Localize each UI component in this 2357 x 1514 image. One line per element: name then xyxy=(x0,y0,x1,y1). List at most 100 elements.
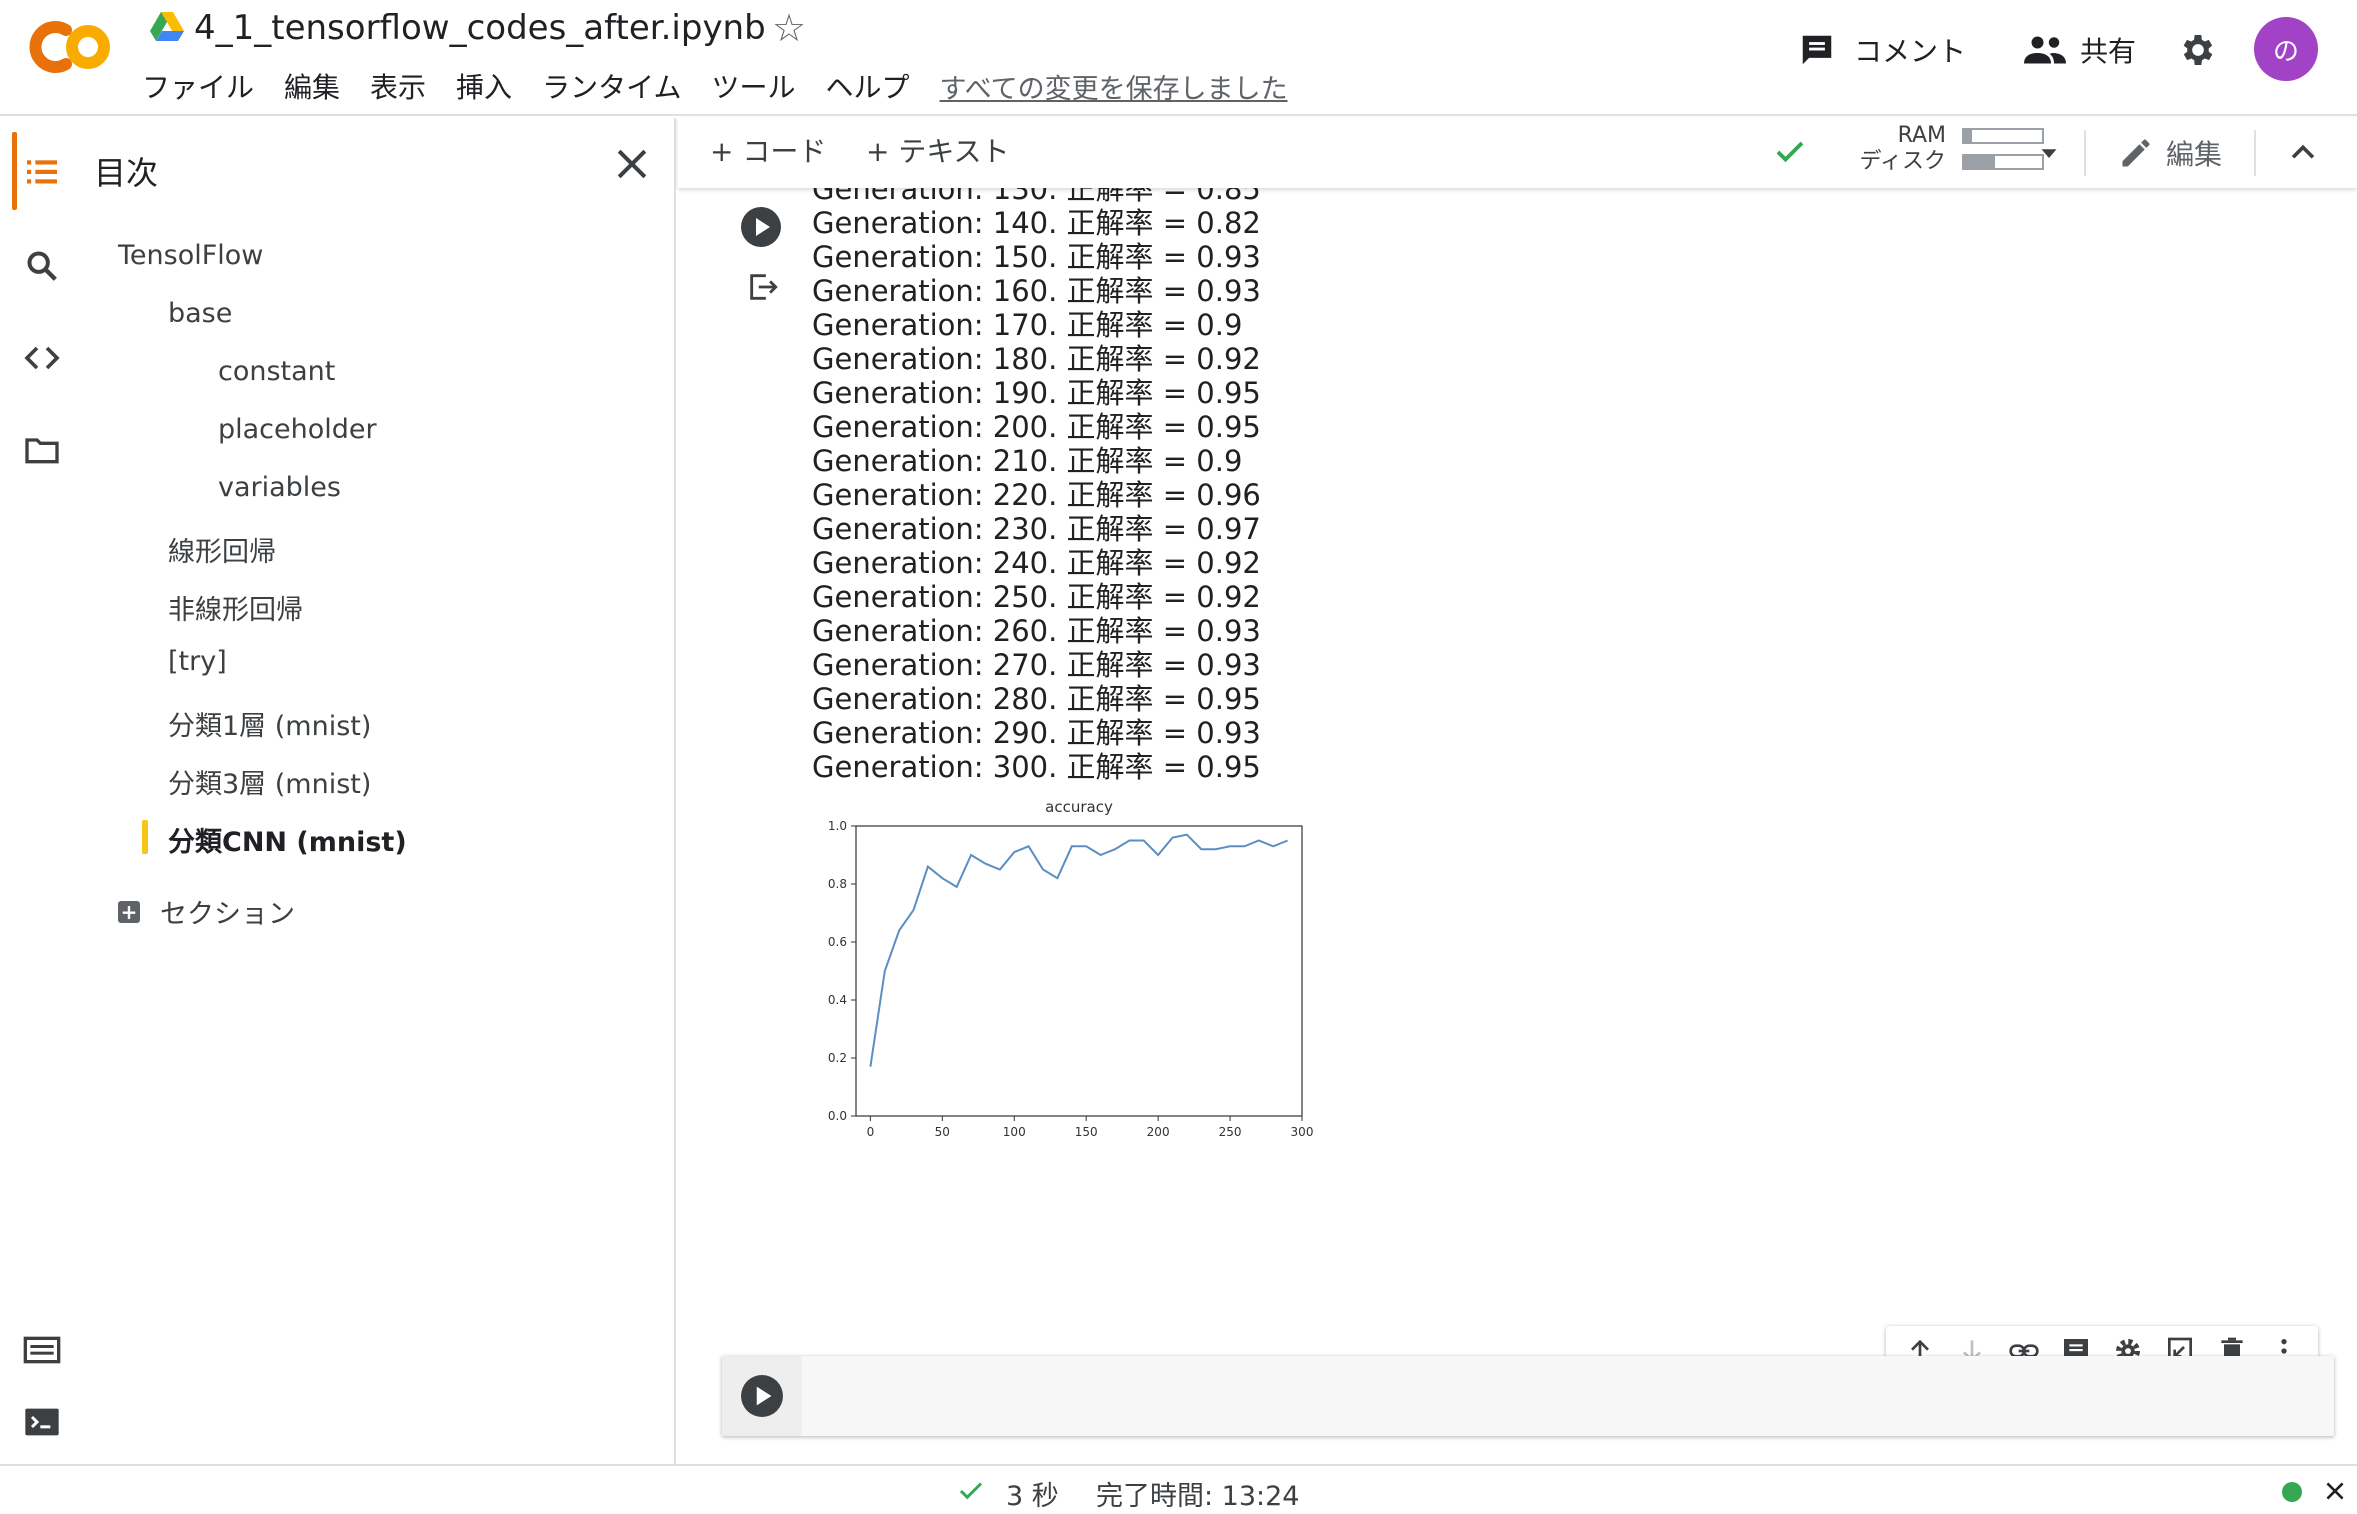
terminal-icon[interactable] xyxy=(22,1402,62,1442)
status-bar: 3 秒 完了時間: 13:24 xyxy=(0,1464,2357,1514)
output-line: Generation: 300. 正解率 = 0.95 xyxy=(812,750,1261,784)
plot-frame xyxy=(855,825,1303,1117)
output-line: Generation: 140. 正解率 = 0.82 xyxy=(812,206,1261,240)
x-tick-label: 0 xyxy=(867,1125,875,1139)
search-icon[interactable] xyxy=(22,246,62,286)
toc-item-nonlinear-regression[interactable]: 非線形回帰 xyxy=(168,588,303,627)
toc-item-classify-1layer[interactable]: 分類1層 (mnist) xyxy=(168,704,371,743)
ram-usage-fill xyxy=(1964,130,1972,142)
y-tick-label: 0.2 xyxy=(828,1051,847,1065)
star-icon[interactable]: ☆ xyxy=(772,4,806,52)
disk-usage-bar[interactable] xyxy=(1962,154,2044,170)
caret-down-icon[interactable] xyxy=(2034,138,2064,168)
add-section-button[interactable]: + セクション xyxy=(118,892,295,931)
y-tick-label: 0.4 xyxy=(828,993,847,1007)
edit-mode-button[interactable]: 編集 xyxy=(2118,130,2222,176)
notebook-title[interactable]: 4_1_tensorflow_codes_after.ipynb xyxy=(194,4,766,52)
run-cell-button[interactable] xyxy=(740,1374,784,1418)
output-line: Generation: 270. 正解率 = 0.93 xyxy=(812,648,1261,682)
menu-insert[interactable]: 挿入 xyxy=(456,66,512,106)
menu-bar: ファイル 編集 表示 挿入 ランタイム ツール ヘルプ すべての変更を保存しまし… xyxy=(142,64,1288,108)
left-rail xyxy=(0,118,80,1464)
output-line: Generation: 200. 正解率 = 0.95 xyxy=(812,410,1261,444)
menu-file[interactable]: ファイル xyxy=(142,66,254,106)
google-drive-icon[interactable] xyxy=(150,12,184,42)
menu-runtime[interactable]: ランタイム xyxy=(542,66,681,106)
notebook-content: Generation: 130. 正解率 = 0.85 Generation: 1… xyxy=(678,188,2357,1464)
menu-view[interactable]: 表示 xyxy=(370,66,426,106)
toc-item-classify-cnn[interactable]: 分類CNN (mnist) xyxy=(168,820,407,859)
table-of-contents-panel: 目次 TensolFlow base constant placeholder … xyxy=(80,118,676,1464)
cell-gutter xyxy=(722,1356,802,1436)
app-header: 4_1_tensorflow_codes_after.ipynb ☆ ファイル … xyxy=(0,0,2357,116)
toc-active-indicator xyxy=(142,820,148,854)
add-section-label: セクション xyxy=(160,899,295,930)
menu-tools[interactable]: ツール xyxy=(712,66,796,106)
toc-item-tensolflow[interactable]: TensolFlow xyxy=(118,240,263,271)
toc-item-linear-regression[interactable]: 線形回帰 xyxy=(168,530,276,569)
ram-usage-bar[interactable] xyxy=(1962,128,2044,144)
x-tick-label: 50 xyxy=(935,1125,950,1139)
x-tick-label: 200 xyxy=(1147,1125,1170,1139)
output-line: Generation: 280. 正解率 = 0.95 xyxy=(812,682,1261,716)
output-line: Generation: 260. 正解率 = 0.93 xyxy=(812,614,1261,648)
toc-item-try[interactable]: [try] xyxy=(168,646,227,677)
execution-duration: 3 秒 xyxy=(1006,1481,1059,1512)
completion-time: 完了時間: 13:24 xyxy=(1096,1481,1300,1512)
command-palette-icon[interactable] xyxy=(22,1330,62,1370)
connected-check-icon xyxy=(1776,141,1804,163)
y-tick-label: 0.0 xyxy=(828,1109,847,1123)
output-line: Generation: 180. 正解率 = 0.92 xyxy=(812,342,1261,376)
comment-button[interactable]: コメント xyxy=(1798,26,1966,74)
cell-output-text: Generation: 130. 正解率 = 0.85 Generation: 1… xyxy=(812,188,1261,784)
comment-icon xyxy=(1802,35,1832,65)
notebook-toolbar: + コード + テキスト RAM ディスク 編集 xyxy=(678,118,2357,188)
y-tick-label: 0.8 xyxy=(828,877,847,891)
save-status-link[interactable]: すべての変更を保存しました xyxy=(940,67,1288,106)
code-snippets-icon[interactable] xyxy=(22,338,62,378)
close-icon[interactable] xyxy=(2322,1478,2348,1504)
toolbar-divider xyxy=(2254,130,2256,176)
output-line: Generation: 210. 正解率 = 0.9 xyxy=(812,444,1243,478)
rail-active-indicator xyxy=(12,132,17,210)
edit-label: 編集 xyxy=(2166,138,2223,171)
run-cell-button[interactable] xyxy=(740,206,782,248)
output-line: Generation: 190. 正解率 = 0.95 xyxy=(812,376,1261,410)
toc-item-constant[interactable]: constant xyxy=(218,356,335,387)
toc-item-classify-3layer[interactable]: 分類3層 (mnist) xyxy=(168,762,371,801)
ram-label: RAM xyxy=(1897,123,1946,148)
output-line: Generation: 230. 正解率 = 0.97 xyxy=(812,512,1261,546)
add-text-button[interactable]: + テキスト xyxy=(866,130,1010,170)
disk-usage-fill xyxy=(1964,156,1996,168)
people-icon xyxy=(2024,36,2066,64)
user-avatar[interactable]: の xyxy=(2254,17,2318,81)
folder-icon[interactable] xyxy=(22,430,62,470)
output-line: Generation: 130. 正解率 = 0.85 xyxy=(812,188,1261,206)
output-line: Generation: 290. 正解率 = 0.93 xyxy=(812,716,1261,750)
toc-item-variables[interactable]: variables xyxy=(218,472,341,503)
toc-item-placeholder[interactable]: placeholder xyxy=(218,414,377,445)
output-actions-icon[interactable] xyxy=(746,270,780,304)
y-tick-label: 1.0 xyxy=(828,819,847,833)
add-box-icon: + xyxy=(118,900,140,923)
output-line: Generation: 250. 正解率 = 0.92 xyxy=(812,580,1261,614)
output-line: Generation: 220. 正解率 = 0.96 xyxy=(812,478,1261,512)
empty-code-cell[interactable] xyxy=(722,1356,2334,1436)
menu-help[interactable]: ヘルプ xyxy=(826,66,910,106)
output-line: Generation: 160. 正解率 = 0.93 xyxy=(812,274,1261,308)
toolbar-divider xyxy=(2084,130,2086,176)
chevron-up-icon[interactable] xyxy=(2286,136,2320,170)
menu-edit[interactable]: 編集 xyxy=(284,66,340,106)
toc-item-base[interactable]: base xyxy=(168,298,232,329)
colab-logo[interactable] xyxy=(26,16,114,78)
toc-icon[interactable] xyxy=(22,152,62,192)
close-icon[interactable] xyxy=(610,142,654,186)
share-button[interactable]: 共有 xyxy=(2024,26,2136,74)
add-code-button[interactable]: + コード xyxy=(710,130,826,170)
x-tick-label: 100 xyxy=(1003,1125,1026,1139)
chart-title: accuracy xyxy=(1045,798,1113,816)
settings-gear-icon[interactable] xyxy=(2178,30,2218,70)
output-line: Generation: 240. 正解率 = 0.92 xyxy=(812,546,1261,580)
pencil-icon xyxy=(2122,139,2150,167)
output-line: Generation: 170. 正解率 = 0.9 xyxy=(812,308,1243,342)
